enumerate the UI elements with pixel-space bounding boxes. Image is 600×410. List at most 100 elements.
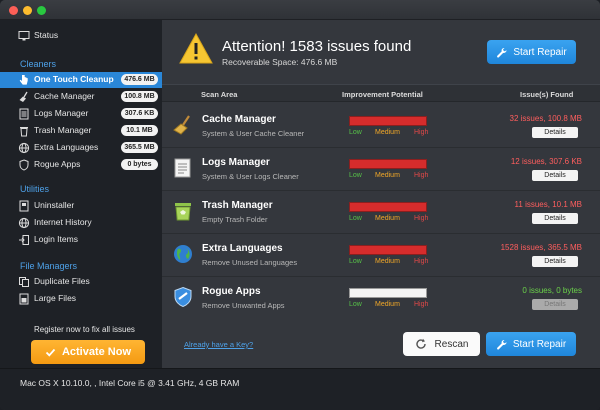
column-improvement-potential: Improvement Potential [342,90,423,99]
details-button[interactable]: Details [532,213,578,224]
level-low: Low [349,301,362,308]
issues-found-value: 1528 issues, 365.5 MB [500,243,582,252]
potential-fill [350,117,426,125]
wrench-icon [497,47,507,58]
sidebar-item-uninstaller[interactable]: Uninstaller [0,198,162,214]
globe-icon [174,245,192,263]
close-window-button[interactable] [9,6,18,15]
size-badge: 365.5 MB [121,142,158,153]
sidebar-item-large-files[interactable]: Large Files [0,291,162,307]
table-row-cache-manager: Cache Manager System & User Cache Cleane… [162,105,600,148]
broom-icon [173,115,190,135]
zoom-window-button[interactable] [37,6,46,15]
title-bar [0,0,600,20]
improvement-potential-bar [349,159,427,169]
sidebar-item-extra-languages[interactable]: Extra Languages 365.5 MB [0,140,162,156]
sidebar-item-logs-manager[interactable]: Logs Manager 307.6 KB [0,106,162,122]
scan-area-name: Rogue Apps [202,286,261,297]
sidebar-item-status[interactable]: Status [0,28,162,44]
start-repair-label: Start Repair [513,46,567,58]
level-high: High [414,301,429,308]
size-badge: 476.6 MB [121,74,158,85]
table-row-extra-languages: Extra Languages Remove Unused Languages … [162,234,600,277]
cleaners-heading: Cleaners [20,59,57,69]
improvement-potential-bar [349,116,427,126]
level-medium: Medium [375,301,400,308]
start-repair-label: Start Repair [512,338,567,350]
level-low: Low [349,129,362,136]
level-high: High [414,258,429,265]
utilities-heading: Utilities [20,184,50,194]
shield-icon [19,159,29,171]
sidebar-item-one-touch-cleanup[interactable]: One Touch Cleanup 476.6 MB [0,72,162,88]
file-managers-heading: File Managers [20,261,78,271]
sidebar-item-label: Uninstaller [34,200,75,210]
sidebar-item-label: Internet History [34,217,92,227]
broom-icon [19,91,28,102]
status-bar: Mac OS X 10.10.0, , Intel Core i5 @ 3.41… [0,368,600,410]
sidebar-item-label: Trash Manager [34,125,92,135]
sidebar-item-label: Logs Manager [34,108,89,118]
details-button[interactable]: Details [532,170,578,181]
details-button[interactable]: Details [532,299,578,310]
sidebar-item-label: Login Items [34,234,78,244]
app-window: Status Cleaners One Touch Cleanup 476.6 … [0,0,600,410]
checkmark-icon [45,348,56,357]
sidebar-item-trash-manager[interactable]: Trash Manager 10.1 MB [0,123,162,139]
document-icon [19,108,29,120]
main-panel: Attention! 1583 issues found Recoverable… [162,20,600,368]
scan-area-description: System & User Cache Cleaner [202,129,305,138]
sidebar-item-cache-manager[interactable]: Cache Manager 100.8 MB [0,89,162,105]
level-high: High [414,129,429,136]
details-button[interactable]: Details [532,256,578,267]
size-badge: 0 bytes [121,159,158,170]
table-row-rogue-apps: Rogue Apps Remove Unwanted Apps Low Medi… [162,277,600,320]
table-row-logs-manager: Logs Manager System & User Logs Cleaner … [162,148,600,191]
sidebar-item-label: Rogue Apps [34,159,81,169]
improvement-potential-bar [349,202,427,212]
register-prompt: Register now to fix all issues [34,325,135,334]
trash-icon [175,203,191,221]
activate-now-button[interactable]: Activate Now [31,340,145,364]
trash-icon [20,127,28,137]
scan-area-name: Trash Manager [202,200,273,211]
potential-fill [350,160,426,168]
already-have-key-link[interactable]: Already have a Key? [184,340,253,349]
activate-now-label: Activate Now [61,346,132,358]
sidebar-item-label: Duplicate Files [34,276,90,286]
scan-area-description: System & User Logs Cleaner [202,172,299,181]
level-low: Low [349,172,362,179]
scan-area-description: Empty Trash Folder [202,215,268,224]
issues-found-value: 12 issues, 307.6 KB [510,157,582,166]
document-icon [174,158,191,178]
level-low: Low [349,215,362,222]
sidebar-item-rogue-apps[interactable]: Rogue Apps 0 bytes [0,157,162,173]
sidebar-item-internet-history[interactable]: Internet History [0,215,162,231]
rescan-button[interactable]: Rescan [403,332,480,356]
issues-found-value: 0 issues, 0 bytes [522,286,582,295]
potential-fill [350,246,426,254]
refresh-icon [415,338,426,349]
level-medium: Medium [375,215,400,222]
start-repair-button-bottom[interactable]: Start Repair [486,332,576,356]
sidebar-item-login-items[interactable]: Login Items [0,232,162,248]
sidebar-item-duplicate-files[interactable]: Duplicate Files [0,274,162,290]
level-high: High [414,172,429,179]
sidebar-item-label: Large Files [34,293,77,303]
shield-icon [174,286,192,308]
recoverable-space: Recoverable Space: 476.6 MB [222,57,338,67]
uninstaller-icon [19,200,29,212]
globe-icon [18,217,30,229]
minimize-window-button[interactable] [23,6,32,15]
monitor-icon [18,31,30,41]
level-low: Low [349,258,362,265]
start-repair-button-top[interactable]: Start Repair [487,40,576,64]
scan-area-name: Logs Manager [202,157,270,168]
size-badge: 10.1 MB [121,125,158,136]
details-button[interactable]: Details [532,127,578,138]
column-issues-found: Issue(s) Found [520,90,574,99]
sidebar-item-label: One Touch Cleanup [34,74,114,84]
sidebar: Status Cleaners One Touch Cleanup 476.6 … [0,20,162,368]
issues-found-title: Attention! 1583 issues found [222,38,412,55]
level-medium: Medium [375,129,400,136]
